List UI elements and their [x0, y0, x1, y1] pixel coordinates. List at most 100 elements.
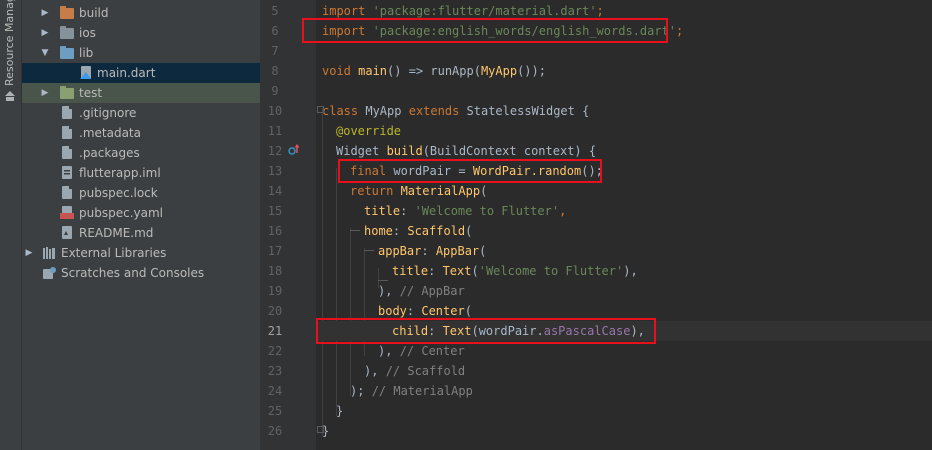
code-editor[interactable]: import 'package:flutter/material.dart'; i…: [302, 0, 932, 450]
line-number: 22: [267, 344, 283, 358]
iml-file-icon: [60, 166, 74, 180]
tree-item-label: pubspec.yaml: [79, 206, 163, 220]
code-line[interactable]: }: [316, 401, 932, 421]
code-line[interactable]: title: 'Welcome to Flutter',: [316, 201, 932, 221]
line-number: 18: [267, 264, 283, 278]
code-line[interactable]: ), // Scaffold: [316, 361, 932, 381]
dart-file-icon: [79, 66, 93, 80]
tree-item-label: .gitignore: [79, 106, 137, 120]
code-text: ), // Scaffold: [364, 364, 466, 378]
file-icon: [60, 146, 74, 160]
chevron-right-icon[interactable]: ▶: [40, 3, 50, 23]
folder-icon: [60, 26, 74, 40]
tree-item-scratches[interactable]: Scratches and Consoles: [22, 263, 260, 283]
resource-manager-icon[interactable]: [4, 90, 16, 102]
folder-green-icon: [60, 86, 74, 100]
tree-item-label: build: [79, 6, 109, 20]
tree-item-label: main.dart: [97, 66, 156, 80]
line-number: 7: [271, 44, 279, 58]
line-number: 19: [267, 284, 283, 298]
tree-item-label: README.md: [79, 226, 154, 240]
project-tree: ▶ build ▶ ios ▼ lib main.dart ▶ test .gi…: [22, 0, 260, 450]
tree-item-gitignore[interactable]: .gitignore: [22, 103, 260, 123]
tree-item-label: test: [79, 86, 103, 100]
code-line[interactable]: void main() => runApp(MyApp());: [316, 61, 932, 81]
code-line[interactable]: [316, 41, 932, 61]
line-number: 25: [267, 404, 283, 418]
tree-item-label: Scratches and Consoles: [61, 266, 205, 280]
tree-item-label: pubspec.lock: [79, 186, 158, 200]
code-text: title: 'Welcome to Flutter',: [364, 204, 567, 218]
line-number: 14: [267, 184, 283, 198]
tree-item-label: .metadata: [79, 126, 141, 140]
code-text: home: Scaffold(: [364, 224, 473, 238]
code-line[interactable]: [316, 81, 932, 101]
tree-item-pubspec-yaml[interactable]: pubspec.yaml: [22, 203, 260, 223]
line-number: 5: [271, 4, 279, 18]
tool-window-strip: Resource Manager: [0, 0, 22, 450]
line-number: 23: [267, 364, 283, 378]
tree-item-packages[interactable]: .packages: [22, 143, 260, 163]
code-text: ), // AppBar: [378, 284, 465, 298]
tree-item-external-libraries[interactable]: ▶ External Libraries: [22, 243, 260, 263]
tree-item-lib[interactable]: ▼ lib: [22, 43, 260, 63]
tree-item-label: lib: [79, 46, 94, 60]
code-text: void main() => runApp(MyApp());: [322, 64, 546, 78]
line-number: 11: [267, 124, 283, 138]
code-line[interactable]: ); // MaterialApp: [316, 381, 932, 401]
tree-item-readme-md[interactable]: README.md: [22, 223, 260, 243]
tree-item-label: External Libraries: [61, 246, 167, 260]
code-text: appBar: AppBar(: [378, 244, 487, 258]
code-line[interactable]: @override: [316, 121, 932, 141]
tree-item-flutterapp-iml[interactable]: flutterapp.iml: [22, 163, 260, 183]
tree-item-label: .packages: [79, 146, 140, 160]
line-number: 16: [267, 224, 283, 238]
yaml-file-icon: [60, 206, 74, 220]
line-number: 24: [267, 384, 283, 398]
tree-item-metadata[interactable]: .metadata: [22, 123, 260, 143]
override-marker-icon[interactable]: [288, 144, 300, 156]
code-line[interactable]: home: Scaffold(: [316, 221, 932, 241]
resource-manager-tab[interactable]: Resource Manager: [2, 0, 18, 86]
code-line[interactable]: class MyApp extends StatelessWidget {: [316, 101, 932, 121]
code-text: title: Text('Welcome to Flutter'),: [392, 264, 638, 278]
code-line[interactable]: }: [316, 421, 932, 441]
chevron-down-icon[interactable]: ▼: [40, 43, 50, 63]
tree-item-main-dart[interactable]: main.dart: [22, 63, 260, 83]
tree-item-label: flutterapp.iml: [79, 166, 161, 180]
line-number: 26: [267, 424, 283, 438]
fold-marker-icon[interactable]: [317, 106, 324, 113]
line-number: 21: [267, 324, 283, 338]
code-text: @override: [336, 124, 402, 138]
line-number: 9: [271, 84, 279, 98]
highlight-box-child: [316, 318, 656, 344]
code-line[interactable]: appBar: AppBar(: [316, 241, 932, 261]
file-icon: [60, 126, 74, 140]
file-icon: [60, 186, 74, 200]
code-line[interactable]: ), // Center: [316, 341, 932, 361]
code-line[interactable]: return MaterialApp(: [316, 181, 932, 201]
file-icon: [60, 106, 74, 120]
code-line[interactable]: ), // AppBar: [316, 281, 932, 301]
code-line[interactable]: title: Text('Welcome to Flutter'),: [316, 261, 932, 281]
code-text: ), // Center: [378, 344, 465, 358]
chevron-right-icon[interactable]: ▶: [40, 83, 50, 103]
editor-gutter: 5 6 7 8 9 10 11 12 13 14 15 16 17 18 19 20 21 22 23 24 25 26: [260, 0, 316, 450]
tree-item-pubspec-lock[interactable]: pubspec.lock: [22, 183, 260, 203]
code-text: ); // MaterialApp: [350, 384, 473, 398]
markdown-file-icon: [60, 226, 74, 240]
tree-item-ios[interactable]: ▶ ios: [22, 23, 260, 43]
code-line[interactable]: Widget build(BuildContext context) {: [316, 141, 932, 161]
code-text: }: [336, 404, 344, 418]
libraries-icon: [42, 246, 56, 260]
folder-orange-icon: [60, 6, 74, 20]
tree-item-build[interactable]: ▶ build: [22, 3, 260, 23]
line-number: 6: [271, 24, 279, 38]
line-number: 12: [267, 144, 283, 158]
chevron-right-icon[interactable]: ▶: [24, 243, 34, 263]
tree-item-test[interactable]: ▶ test: [22, 83, 260, 103]
line-number: 8: [271, 64, 279, 78]
chevron-right-icon[interactable]: ▶: [40, 23, 50, 43]
line-number: 10: [267, 104, 283, 118]
fold-marker-icon[interactable]: [317, 426, 324, 433]
